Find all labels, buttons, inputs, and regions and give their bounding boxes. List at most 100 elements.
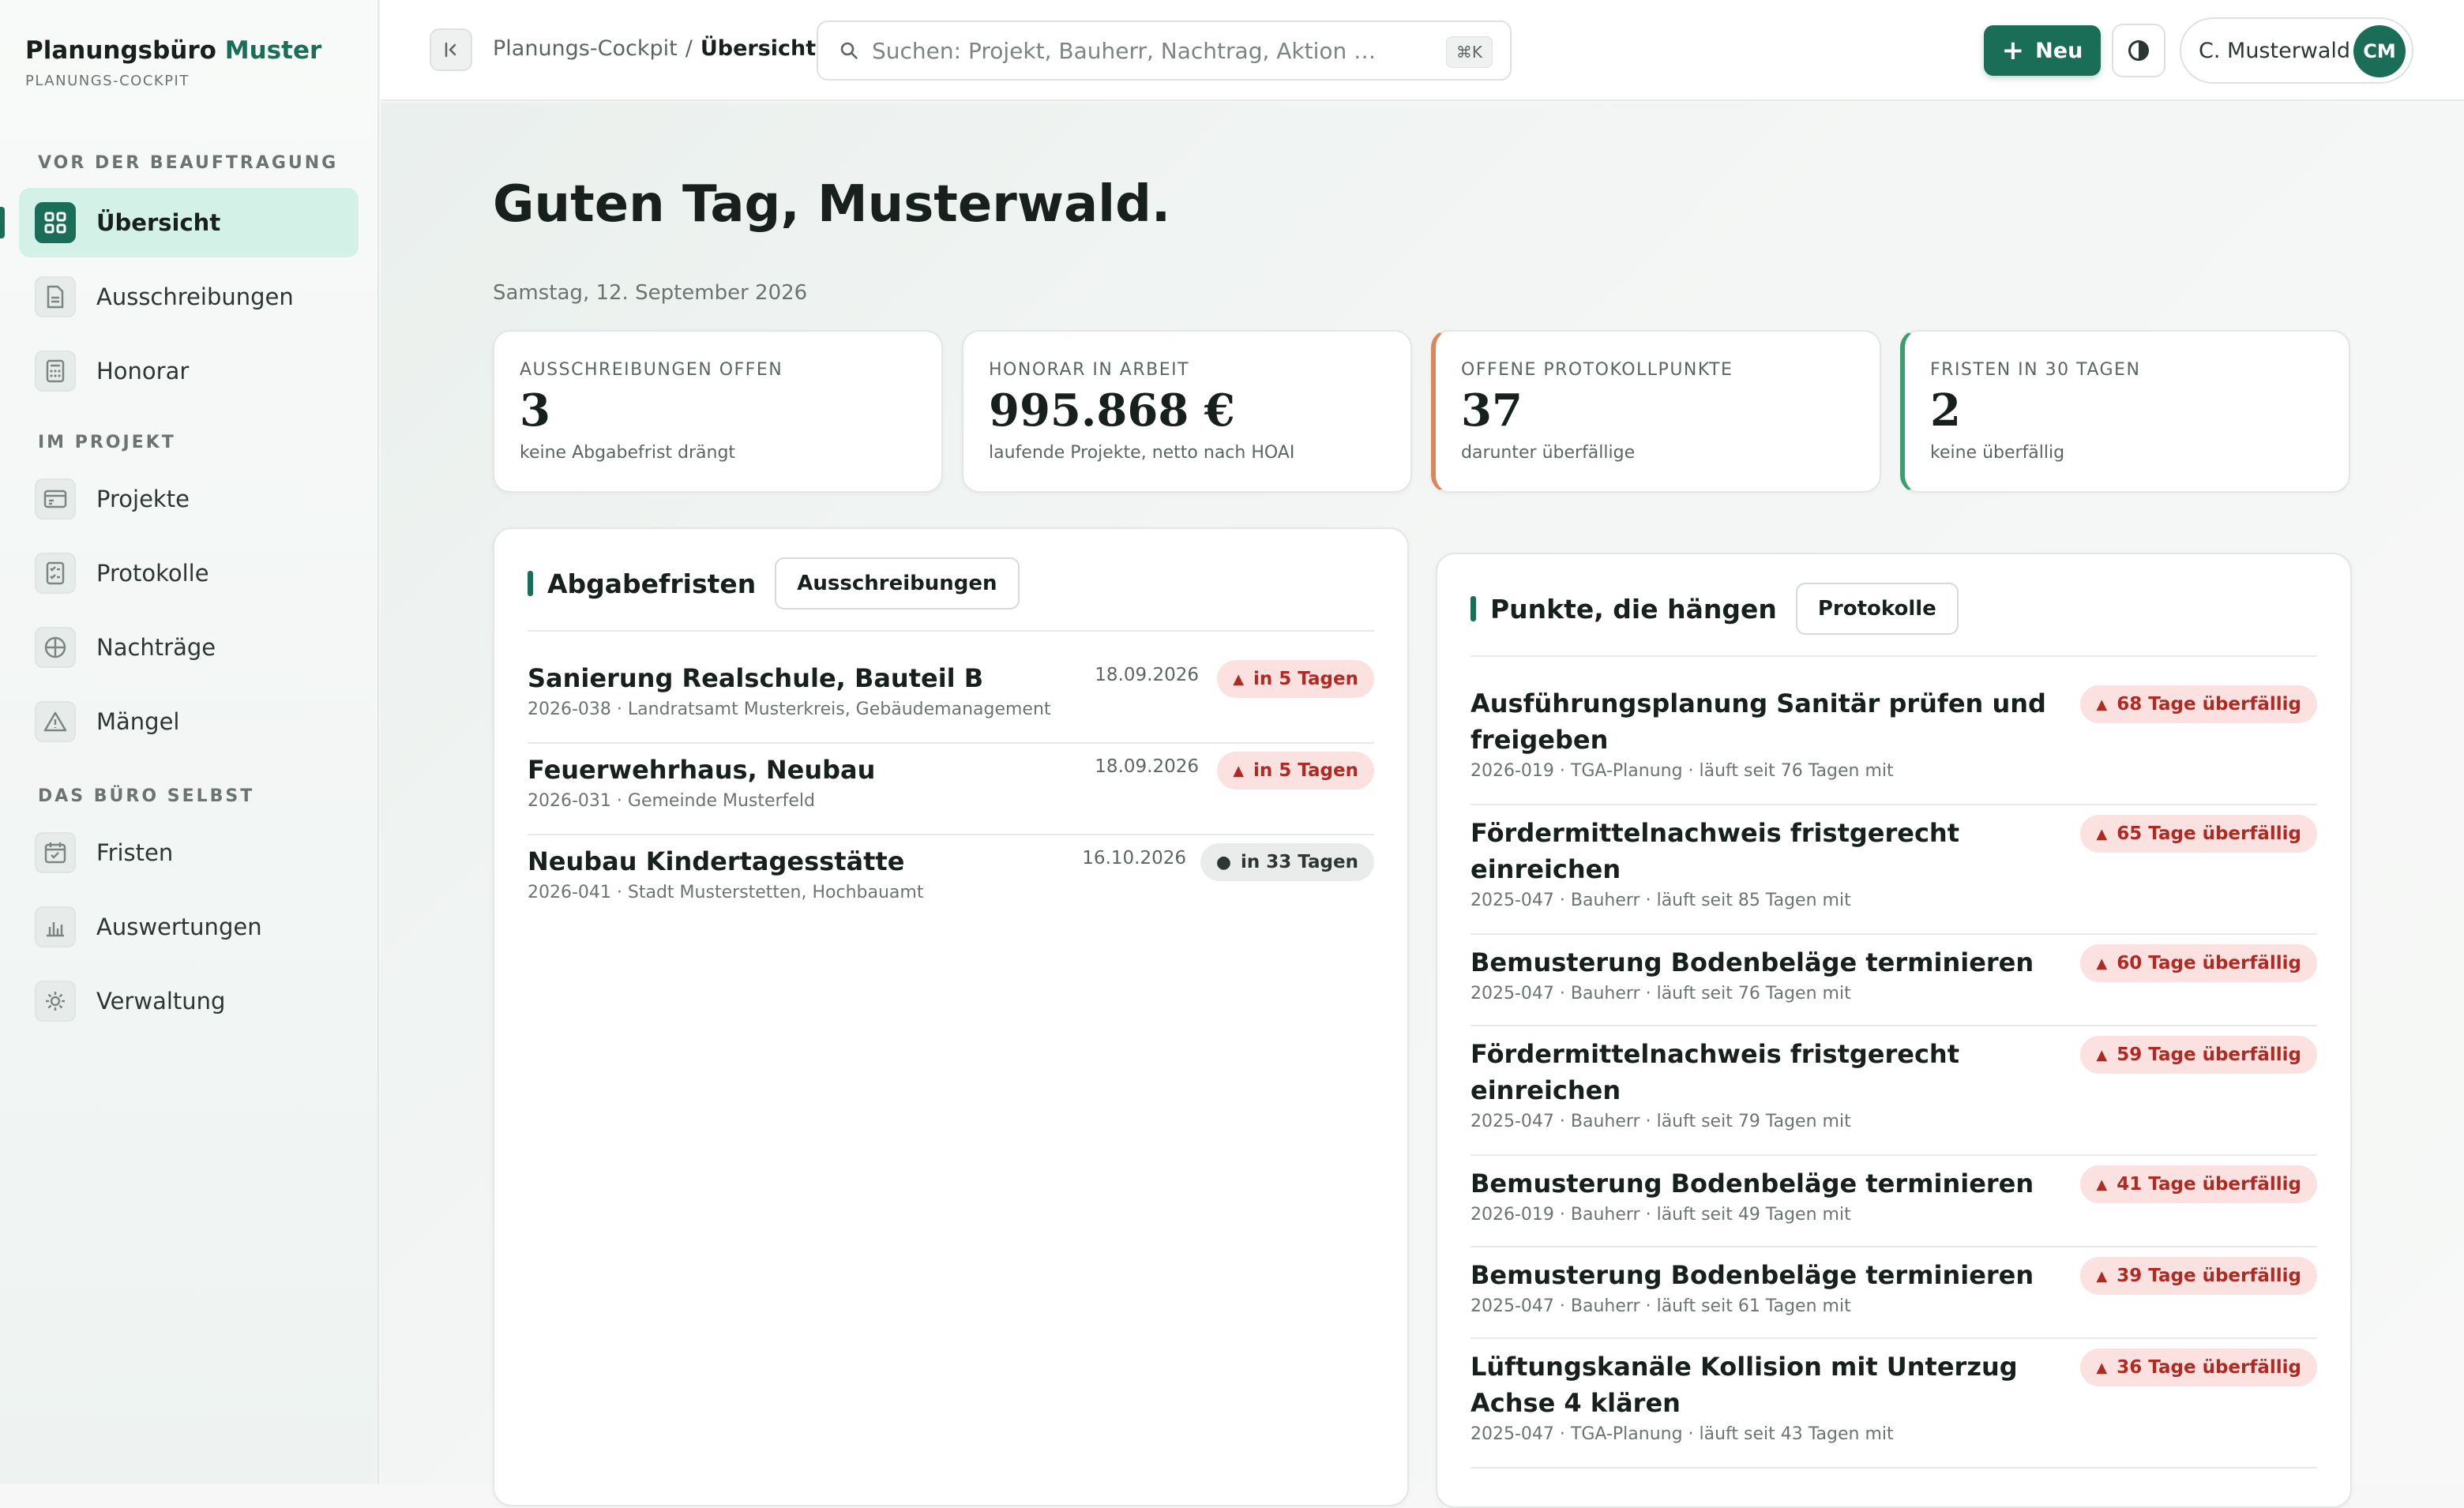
protokolle-link-button[interactable]: Protokolle	[1795, 583, 1959, 635]
kpi-subtext: keine überfällig	[1930, 443, 2065, 463]
user-menu[interactable]: C. Musterwald CM	[2180, 17, 2413, 84]
status-badge: ▲ 68 Tage überfällig	[2080, 685, 2317, 723]
search-input[interactable]	[872, 37, 1425, 64]
warning-triangle-icon: ▲	[2096, 955, 2108, 972]
stuck-item-meta: 2025-047 · Bauherr · läuft seit 76 Tagen…	[1471, 984, 1851, 1003]
status-badge-label: 36 Tage überfällig	[2117, 1357, 2301, 1378]
new-button[interactable]: + Neu	[1984, 25, 2101, 76]
status-badge: ● in 33 Tagen	[1200, 843, 1374, 881]
status-badge-label: 39 Tage überfällig	[2117, 1266, 2301, 1286]
main-content: Guten Tag, Musterwald. Samstag, 12. Sept…	[381, 103, 2464, 1508]
search-box[interactable]: ⌘K	[817, 21, 1512, 81]
divider	[1471, 1246, 2317, 1247]
status-badge: ▲ 59 Tage überfällig	[2080, 1036, 2317, 1074]
sidebar-item-honorar[interactable]: Honorar	[19, 336, 359, 406]
document-icon	[35, 276, 76, 317]
nav-section-title: VOR DER BEAUFTRAGUNG	[38, 153, 339, 173]
divider	[1471, 804, 2317, 805]
brand-name: Planungsbüro Muster	[25, 36, 322, 65]
divider	[1471, 1337, 2317, 1339]
kpi-subtext: keine Abgabefrist drängt	[520, 443, 736, 463]
kpi-subtext: laufende Projekte, netto nach HOAI	[989, 443, 1295, 463]
warning-triangle-icon: ▲	[2096, 1267, 2108, 1285]
folder-icon	[35, 478, 76, 520]
search-icon	[837, 39, 861, 62]
deadline-row[interactable]: Feuerwehrhaus, Neubau 2026-031 · Gemeind…	[528, 752, 1374, 831]
deadline-row[interactable]: Sanierung Realschule, Bauteil B 2026-038…	[528, 660, 1374, 739]
ausschreibungen-link-button[interactable]: Ausschreibungen	[775, 557, 1020, 610]
sidebar-item-protokolle[interactable]: Protokolle	[19, 538, 359, 608]
stuck-item-meta: 2025-047 · Bauherr · läuft seit 79 Tagen…	[1471, 1112, 1851, 1131]
collapse-sidebar-button[interactable]	[430, 28, 472, 71]
sidebar-item-label: Honorar	[96, 358, 190, 385]
kpi-card-honorar[interactable]: HONORAR IN ARBEIT 995.868 € laufende Pro…	[962, 330, 1412, 493]
stuck-item-row[interactable]: Ausführungsplanung Sanitär prüfen und fre…	[1471, 685, 2317, 781]
plus-circle-icon	[35, 627, 76, 668]
breadcrumb-current: Übersicht	[700, 36, 817, 61]
kpi-card-fristen[interactable]: FRISTEN IN 30 TAGEN 2 keine überfällig	[1900, 330, 2350, 493]
plus-icon: +	[2001, 35, 2025, 66]
status-badge-label: in 5 Tagen	[1253, 760, 1358, 781]
calendar-icon	[35, 832, 76, 873]
warning-triangle-icon: ▲	[2096, 696, 2108, 713]
status-badge: ▲ in 5 Tagen	[1217, 660, 1374, 698]
stuck-item-meta: 2025-047 · TGA-Planung · läuft seit 43 T…	[1471, 1424, 1894, 1444]
breadcrumb-parent[interactable]: Planungs-Cockpit	[493, 36, 678, 61]
deadlines-panel-header: Abgabefristen Ausschreibungen	[528, 557, 1020, 610]
divider	[528, 742, 1374, 744]
kpi-card-ausschreibungen[interactable]: AUSSCHREIBUNGEN OFFEN 3 keine Abgabefris…	[493, 330, 943, 493]
status-badge-label: 41 Tage überfällig	[2117, 1174, 2301, 1195]
warning-triangle-icon: ▲	[1233, 762, 1245, 779]
dot-icon: ●	[1215, 852, 1232, 872]
sidebar-item-auswertungen[interactable]: Auswertungen	[19, 892, 359, 962]
contrast-icon	[2128, 40, 2149, 61]
sidebar-item-label: Projekte	[96, 486, 190, 512]
warning-icon	[35, 701, 76, 742]
stuck-item-row[interactable]: Lüftungskanäle Kollision mit Unterzug Ach…	[1471, 1349, 2317, 1444]
kpi-label: HONORAR IN ARBEIT	[989, 360, 1190, 380]
sidebar-item-nachtraege[interactable]: Nachträge	[19, 613, 359, 682]
bar-chart-icon	[35, 906, 76, 947]
status-badge-label: 65 Tage überfällig	[2117, 823, 2301, 844]
divider	[528, 630, 1374, 632]
theme-toggle-button[interactable]	[2112, 24, 2165, 77]
warning-triangle-icon: ▲	[2096, 825, 2108, 842]
sidebar-item-uebersicht[interactable]: Übersicht	[19, 188, 359, 257]
divider	[1471, 1467, 2317, 1469]
stuck-items-panel: Punkte, die hängen Protokolle Ausführung…	[1436, 553, 2352, 1508]
stuck-item-row[interactable]: Bemusterung Bodenbeläge terminieren 2026…	[1471, 1165, 2317, 1225]
deadline-meta: 2026-031 · Gemeinde Musterfeld	[528, 791, 815, 811]
collapse-icon	[445, 42, 456, 58]
sidebar-item-label: Ausschreibungen	[96, 283, 294, 310]
stuck-item-row[interactable]: Bemusterung Bodenbeläge terminieren 2025…	[1471, 1257, 2317, 1316]
kpi-subtext: darunter überfällige	[1461, 443, 1636, 463]
brand[interactable]: Planungsbüro Muster PLANUNGS-COCKPIT	[25, 36, 321, 89]
sidebar-item-ausschreibungen[interactable]: Ausschreibungen	[19, 262, 359, 332]
sidebar-item-maengel[interactable]: Mängel	[19, 687, 359, 756]
nav-section-title: IM PROJEKT	[38, 433, 176, 452]
topbar: Planungs-Cockpit / Übersicht ⌘K + Neu C. M…	[381, 0, 2464, 101]
stuck-item-row[interactable]: Bemusterung Bodenbeläge terminieren 2025…	[1471, 944, 2317, 1003]
kpi-label: AUSSCHREIBUNGEN OFFEN	[520, 360, 783, 380]
sidebar-item-fristen[interactable]: Fristen	[19, 818, 359, 887]
deadline-date: 18.09.2026	[1095, 665, 1199, 685]
stuck-item-meta: 2026-019 · Bauherr · läuft seit 49 Tagen…	[1471, 1205, 1851, 1225]
calculator-icon	[35, 351, 76, 392]
stuck-item-row[interactable]: Fördermittelnachweis fristgerecht einreic…	[1471, 1036, 2317, 1131]
warning-triangle-icon: ▲	[2096, 1176, 2108, 1193]
sidebar-item-label: Mängel	[96, 708, 180, 735]
status-badge: ▲ 36 Tage überfällig	[2080, 1349, 2317, 1386]
sidebar-item-projekte[interactable]: Projekte	[19, 464, 359, 534]
search-shortcut-badge: ⌘K	[1445, 36, 1493, 68]
deadline-row[interactable]: Neubau Kindertagesstätte 2026-041 · Stad…	[528, 843, 1374, 922]
kpi-value: 3	[520, 385, 550, 437]
deadline-date: 16.10.2026	[1082, 848, 1186, 868]
panel-accent-bar	[1471, 596, 1476, 621]
status-badge: ▲ 65 Tage überfällig	[2080, 815, 2317, 853]
divider	[528, 834, 1374, 835]
kpi-card-protokollpunkte[interactable]: OFFENE PROTOKOLLPUNKTE 37 darunter überf…	[1431, 330, 1881, 493]
sidebar-item-label: Verwaltung	[96, 988, 226, 1015]
sidebar-item-verwaltung[interactable]: Verwaltung	[19, 966, 359, 1036]
stuck-item-row[interactable]: Fördermittelnachweis fristgerecht einreic…	[1471, 815, 2317, 910]
status-badge-label: 59 Tage überfällig	[2117, 1045, 2301, 1065]
